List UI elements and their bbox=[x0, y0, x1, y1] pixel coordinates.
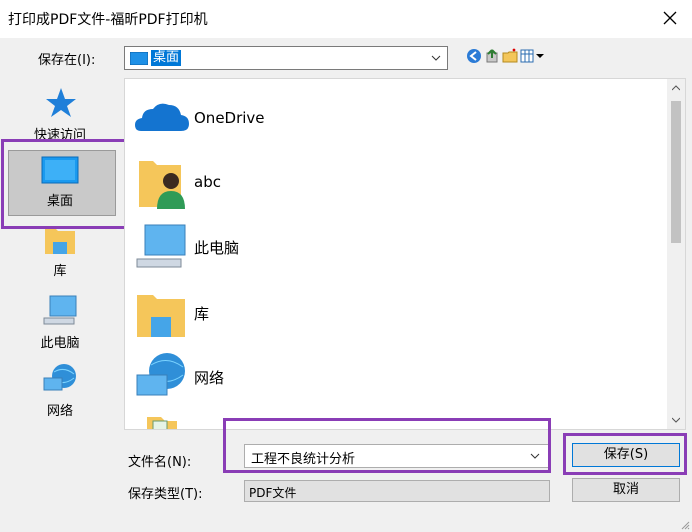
file-type-select[interactable]: PDF文件 bbox=[244, 480, 550, 502]
back-icon[interactable] bbox=[466, 48, 482, 64]
user-folder-icon bbox=[139, 161, 185, 209]
resize-grip-icon[interactable] bbox=[680, 520, 690, 530]
place-label: 此电脑 bbox=[40, 336, 80, 351]
annotation-highlight-save bbox=[563, 433, 687, 475]
computer-icon bbox=[136, 224, 186, 268]
title-bar: 打印成PDF文件-福昕PDF打印机 bbox=[0, 0, 692, 38]
annotation-highlight-desktop bbox=[1, 139, 136, 229]
vertical-scrollbar[interactable] bbox=[667, 79, 685, 429]
document-folder-icon bbox=[147, 417, 177, 429]
place-network[interactable]: 网络 bbox=[0, 362, 120, 419]
file-name: OneDrive bbox=[194, 109, 265, 127]
place-library[interactable]: 库 bbox=[0, 222, 120, 279]
list-item-network[interactable]: 网络 bbox=[133, 349, 653, 405]
up-folder-icon[interactable] bbox=[484, 48, 500, 64]
save-in-combo[interactable]: 桌面 bbox=[124, 46, 448, 70]
star-icon bbox=[46, 88, 76, 117]
list-item-abc[interactable]: abc bbox=[133, 155, 653, 211]
file-name: 库 bbox=[194, 305, 210, 323]
list-item-onedrive[interactable]: OneDrive bbox=[133, 91, 653, 147]
close-icon[interactable] bbox=[658, 6, 682, 30]
computer-icon bbox=[43, 295, 77, 325]
save-in-label: 保存在(I): bbox=[38, 53, 96, 68]
file-name: 网络 bbox=[194, 369, 225, 387]
save-in-value: 桌面 bbox=[151, 50, 182, 66]
view-menu-icon[interactable] bbox=[520, 48, 544, 64]
scroll-up-icon[interactable] bbox=[672, 85, 680, 91]
file-list[interactable]: OneDrive abc 此电脑 库 网络 bbox=[124, 78, 686, 430]
scroll-down-icon[interactable] bbox=[672, 417, 680, 423]
window-title: 打印成PDF文件-福昕PDF打印机 bbox=[8, 12, 208, 28]
chevron-down-icon bbox=[431, 55, 441, 61]
new-folder-icon[interactable] bbox=[502, 48, 518, 64]
onedrive-cloud-icon bbox=[135, 103, 189, 131]
place-quick-access[interactable]: 快速访问 bbox=[0, 86, 120, 143]
file-type-label: 保存类型(T): bbox=[128, 487, 203, 502]
network-icon bbox=[43, 364, 76, 391]
annotation-highlight-filename bbox=[223, 418, 551, 473]
network-icon bbox=[136, 353, 185, 396]
list-item-this-pc[interactable]: 此电脑 bbox=[133, 219, 653, 275]
file-name-label: 文件名(N): bbox=[128, 455, 192, 470]
place-this-pc[interactable]: 此电脑 bbox=[0, 294, 120, 351]
cancel-button[interactable]: 取消 bbox=[572, 478, 680, 502]
place-label: 网络 bbox=[46, 404, 73, 419]
desktop-folder-icon bbox=[130, 52, 148, 65]
place-label: 库 bbox=[53, 264, 67, 279]
list-item-library[interactable]: 库 bbox=[133, 285, 653, 341]
file-name: 此电脑 bbox=[194, 239, 240, 257]
library-icon bbox=[137, 295, 185, 337]
file-name: abc bbox=[194, 173, 221, 191]
scrollbar-thumb[interactable] bbox=[671, 101, 681, 243]
